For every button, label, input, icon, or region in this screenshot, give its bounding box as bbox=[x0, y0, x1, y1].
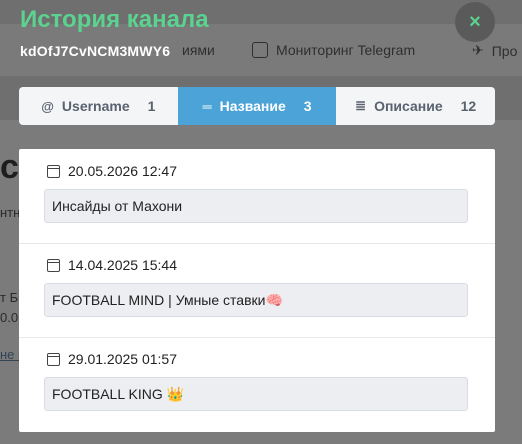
entry-date-text: 14.04.2025 15:44 bbox=[68, 257, 177, 273]
tab-description-label: Описание bbox=[374, 98, 443, 114]
channel-id: kdOfJ7CvNCM3MWY6 bbox=[20, 43, 171, 59]
bg-text-fragment-1: нтн bbox=[0, 205, 21, 220]
entry-value: FOOTBALL KING 👑 bbox=[44, 377, 468, 411]
entry-date-text: 29.01.2025 01:57 bbox=[68, 351, 177, 367]
tab-username-count: 1 bbox=[147, 98, 156, 114]
history-entry: 20.05.2026 12:47 Инсайды от Махони bbox=[19, 149, 495, 244]
calendar-icon bbox=[47, 258, 60, 272]
monitor-icon bbox=[252, 42, 268, 58]
entry-date: 29.01.2025 01:57 bbox=[47, 351, 177, 367]
tab-name-label: Название bbox=[219, 98, 286, 114]
text-lines-icon: ≣ bbox=[355, 98, 367, 113]
close-button[interactable]: × bbox=[455, 2, 495, 42]
at-icon: @ bbox=[41, 98, 54, 114]
bg-nav-label-1: иями bbox=[182, 42, 215, 58]
title-icon: ═ bbox=[202, 98, 212, 114]
history-list: 20.05.2026 12:47 Инсайды от Махони 14.04… bbox=[19, 149, 495, 432]
bg-nav-label-2: Мониторинг Telegram bbox=[276, 42, 416, 58]
entry-date: 20.05.2026 12:47 bbox=[47, 163, 177, 179]
bg-text-fragment-2: т Б bbox=[0, 290, 19, 305]
rocket-icon: ✈ bbox=[472, 42, 484, 58]
calendar-icon bbox=[47, 352, 60, 366]
tab-description[interactable]: ≣ Описание 12 bbox=[336, 87, 495, 125]
history-entry: 29.01.2025 01:57 FOOTBALL KING 👑 bbox=[19, 337, 495, 432]
entry-date: 14.04.2025 15:44 bbox=[47, 257, 177, 273]
entry-value: FOOTBALL MIND | Умные ставки🧠 bbox=[44, 283, 468, 317]
tab-name-count: 3 bbox=[303, 98, 312, 114]
entry-value: Инсайды от Махони bbox=[44, 189, 468, 223]
tab-username[interactable]: @ Username 1 bbox=[19, 87, 178, 125]
close-icon: × bbox=[469, 10, 481, 33]
bg-nav-label-3: Про bbox=[491, 42, 518, 59]
calendar-icon bbox=[47, 164, 60, 178]
tab-description-count: 12 bbox=[460, 98, 477, 114]
bg-nav-item-monitoring: Мониторинг Telegram bbox=[252, 42, 415, 58]
history-tabs: @ Username 1 ═ Название 3 ≣ Описание 12 bbox=[19, 87, 495, 125]
tab-username-label: Username bbox=[61, 98, 130, 114]
bg-nav-item-1: иями bbox=[182, 42, 215, 58]
bg-text-fragment-3: 0.0 bbox=[0, 310, 19, 325]
entry-date-text: 20.05.2026 12:47 bbox=[68, 163, 177, 179]
tab-name[interactable]: ═ Название 3 bbox=[177, 87, 337, 125]
bg-nav-item-pro: ✈ Про bbox=[472, 42, 517, 59]
history-entry: 14.04.2025 15:44 FOOTBALL MIND | Умные с… bbox=[19, 243, 495, 338]
modal-title: История канала bbox=[20, 6, 209, 33]
